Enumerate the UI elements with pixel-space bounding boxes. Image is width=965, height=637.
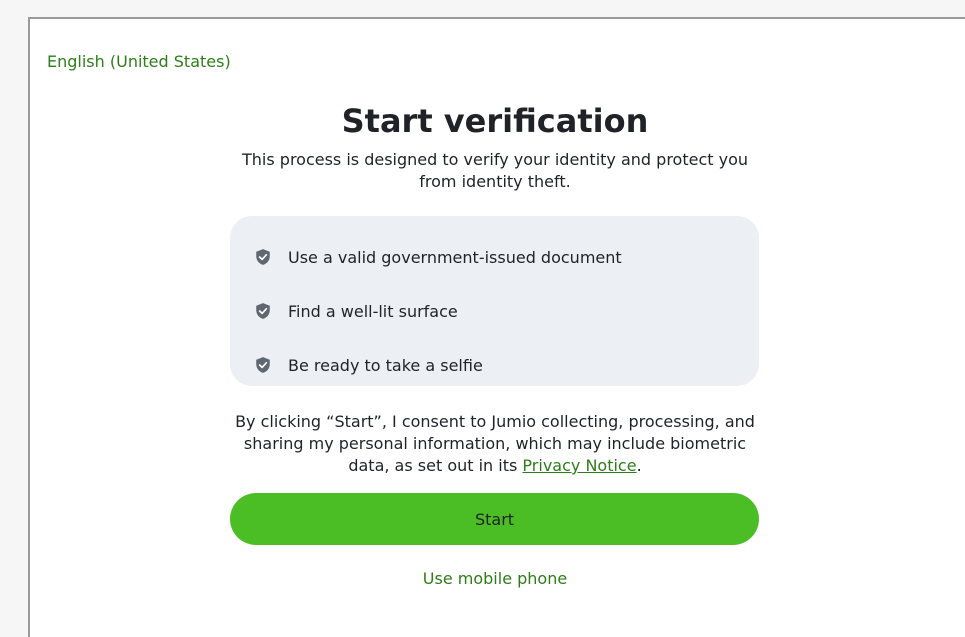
shield-check-icon	[254, 356, 272, 374]
consent-text: By clicking “Start”, I consent to Jumio …	[225, 411, 765, 477]
checklist-item-surface: Find a well-lit surface	[230, 284, 759, 338]
start-button[interactable]: Start	[230, 493, 759, 545]
consent-text-after: .	[636, 456, 642, 475]
checklist-item-selfie: Be ready to take a selfie	[230, 338, 759, 392]
verification-panel: English (United States) Start verificati…	[28, 17, 965, 637]
privacy-notice-link[interactable]: Privacy Notice	[522, 456, 636, 475]
requirements-checklist: Use a valid government-issued document F…	[230, 216, 759, 386]
checklist-item-label: Use a valid government-issued document	[288, 247, 622, 267]
page-title: Start verification	[341, 102, 649, 140]
use-mobile-phone-link[interactable]: Use mobile phone	[30, 569, 960, 588]
language-selector[interactable]: English (United States)	[47, 52, 231, 71]
consent-text-before: By clicking “Start”, I consent to Jumio …	[235, 412, 755, 475]
page-subtitle: This process is designed to verify your …	[242, 150, 748, 191]
shield-check-icon	[254, 248, 272, 266]
shield-check-icon	[254, 302, 272, 320]
checklist-item-label: Be ready to take a selfie	[288, 355, 483, 375]
checklist-item-document: Use a valid government-issued document	[230, 230, 759, 284]
checklist-item-label: Find a well-lit surface	[288, 301, 458, 321]
